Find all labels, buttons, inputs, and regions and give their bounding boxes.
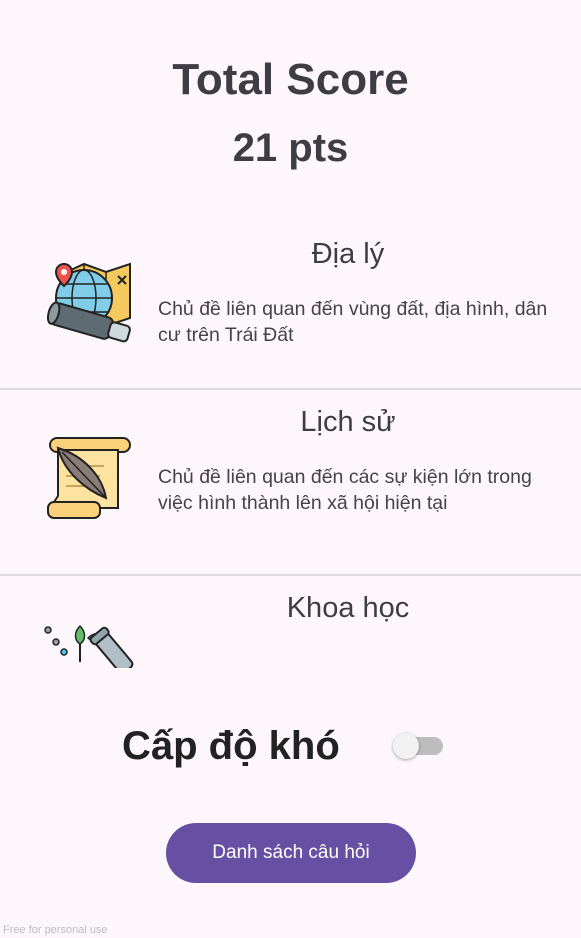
topic-science[interactable]: Khoa học (0, 576, 581, 668)
toggle-thumb (393, 733, 419, 759)
geography-icon (46, 262, 131, 343)
history-scroll-icon (47, 437, 131, 519)
topic-description: Chủ đề liên quan đến vùng đất, địa hình,… (158, 298, 548, 346)
watermark: Free for personal use (3, 924, 108, 936)
difficulty-label: Cấp độ khó (122, 724, 340, 768)
topic-history[interactable]: Lịch sử Chủ đề liên quan đến các sự kiện… (0, 390, 581, 576)
question-list-button[interactable]: Danh sách câu hỏi (166, 823, 416, 883)
topic-geography[interactable]: Địa lý Chủ đề liên quan đến vùng đất, đị… (0, 222, 581, 390)
difficulty-toggle[interactable] (393, 733, 443, 759)
page-title: Total Score (172, 55, 409, 104)
topic-list[interactable]: Địa lý Chủ đề liên quan đến vùng đất, đị… (0, 222, 581, 668)
total-score: 21 pts (232, 126, 349, 170)
topic-description: Chủ đề liên quan đến các sự kiện lớn tro… (158, 466, 532, 514)
score-header: Total Score 21 pts (0, 52, 581, 174)
topic-title: Lịch sử (300, 406, 396, 438)
topic-title: Khoa học (286, 592, 410, 624)
topic-title: Địa lý (311, 238, 385, 270)
science-icon (44, 624, 134, 668)
